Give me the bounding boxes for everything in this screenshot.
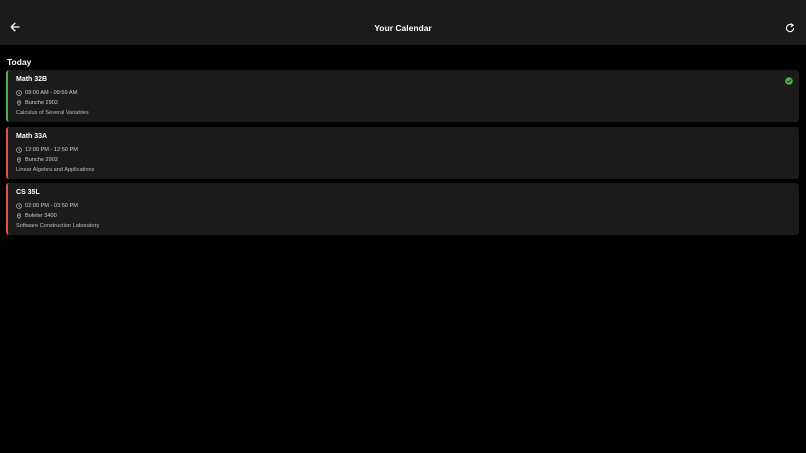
course-title: Math 32B — [16, 76, 48, 83]
time-row: 02:00 PM - 03:50 PM — [16, 203, 78, 209]
event-time: 02:00 PM - 03:50 PM — [25, 203, 78, 209]
location-row: Boleter 3400 — [16, 213, 57, 219]
time-row: 12:00 PM - 12:50 PM — [16, 147, 78, 153]
event-location: Bunche 2902 — [25, 157, 58, 163]
clock-icon — [16, 90, 22, 96]
section-label-today: Today — [7, 57, 32, 67]
event-time: 09:00 AM - 09:50 AM — [25, 90, 78, 96]
clock-icon — [16, 147, 22, 153]
clock-icon — [16, 203, 22, 209]
location-row: Bunche 2902 — [16, 100, 58, 106]
top-bar: Your Calendar — [0, 0, 806, 45]
page-title: Your Calendar — [374, 23, 432, 33]
location-pin-icon — [16, 213, 22, 219]
location-pin-icon — [16, 157, 22, 163]
event-card[interactable]: Math 33A 12:00 PM - 12:50 PM Bunche 2902… — [6, 127, 799, 179]
refresh-button[interactable] — [784, 22, 796, 34]
course-title: CS 35L — [16, 189, 40, 196]
location-pin-icon — [16, 100, 22, 106]
time-row: 09:00 AM - 09:50 AM — [16, 90, 77, 96]
event-card[interactable]: CS 35L 02:00 PM - 03:50 PM Boleter 3400 … — [6, 183, 799, 235]
course-description: Linear Algebra and Applications — [16, 167, 95, 173]
refresh-icon — [785, 23, 795, 33]
course-description: Calculus of Several Variables — [16, 110, 89, 116]
event-location: Bunche 2902 — [25, 100, 58, 106]
check-circle-icon — [785, 77, 793, 85]
event-location: Boleter 3400 — [25, 213, 57, 219]
event-time: 12:00 PM - 12:50 PM — [25, 147, 78, 153]
course-description: Software Construction Laboratory — [16, 223, 100, 229]
location-row: Bunche 2902 — [16, 157, 58, 163]
course-title: Math 33A — [16, 133, 48, 140]
event-card[interactable]: Math 32B 09:00 AM - 09:50 AM Bunche 2902… — [6, 70, 799, 122]
